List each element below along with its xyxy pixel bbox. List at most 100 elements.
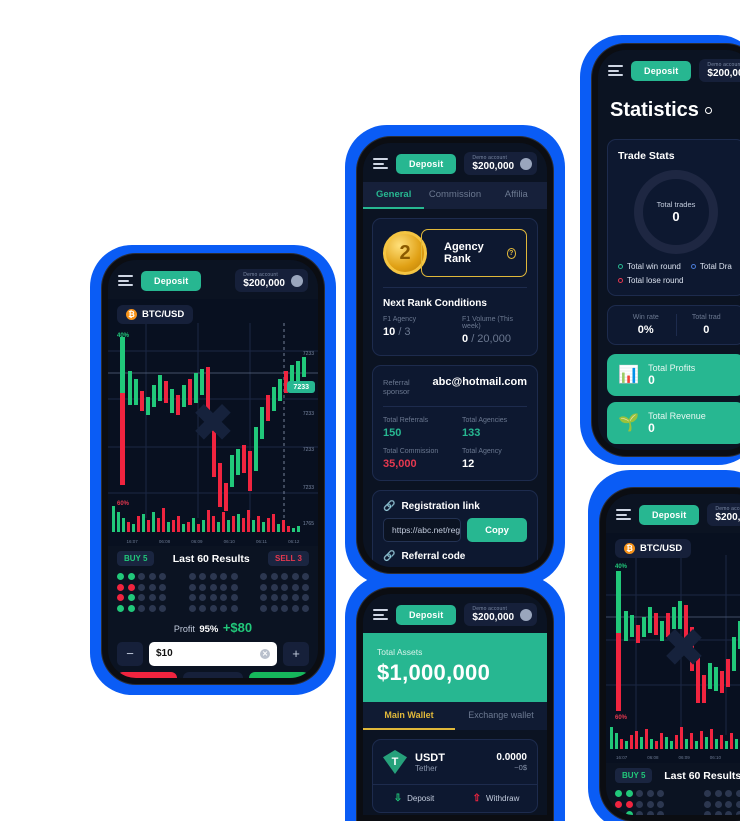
dot-row bbox=[188, 573, 238, 580]
account-selector[interactable]: Demo account $200,000 bbox=[235, 269, 308, 292]
circle-icon bbox=[704, 107, 712, 114]
user-avatar-icon[interactable] bbox=[520, 157, 533, 170]
x-tick: 16:07 bbox=[126, 539, 138, 544]
divider bbox=[383, 406, 527, 407]
results-title: Last 60 Results bbox=[172, 552, 250, 565]
dot-row bbox=[615, 790, 664, 797]
page-title: Statistics bbox=[598, 89, 740, 130]
donut-value: 0 bbox=[672, 209, 680, 224]
price-chart[interactable]: ₿ BTC/USD 40% 60% ✖ bbox=[108, 299, 318, 546]
amount-stepper-row: − $10 ✕ + bbox=[108, 641, 318, 672]
hamburger-menu-icon[interactable] bbox=[373, 609, 388, 620]
profit-row: Profit 95% +$80 bbox=[108, 616, 318, 642]
withdraw-arrow-icon: ⇧ bbox=[472, 793, 482, 804]
account-selector[interactable]: Demo account $200,000 bbox=[699, 59, 740, 82]
stats-legend: Total win round Total Dra Total lose rou… bbox=[618, 262, 734, 285]
coin-usd-value: ~0$ bbox=[514, 763, 527, 772]
chart-pct-top: 40% bbox=[615, 564, 628, 570]
hamburger-menu-icon[interactable] bbox=[118, 275, 133, 286]
dot-group bbox=[188, 573, 238, 612]
account-selector[interactable]: Demo account $200,000 bbox=[707, 503, 740, 526]
buy-button[interactable]: BUY ↗ bbox=[249, 671, 309, 678]
price-chart[interactable]: ₿ BTC/USD 40% 60% ✖ bbox=[606, 533, 740, 763]
registration-link-header: 🔗 Registration link bbox=[383, 501, 527, 512]
deposit-button[interactable]: Deposit bbox=[639, 504, 700, 525]
dot-row bbox=[704, 790, 740, 797]
tether-icon: T bbox=[383, 750, 407, 774]
tab-affiliate[interactable]: Affilia bbox=[486, 182, 547, 209]
tab-general[interactable]: General bbox=[363, 182, 425, 209]
pair-selector[interactable]: ₿ BTC/USD bbox=[615, 539, 692, 558]
deposit-button[interactable]: Deposit bbox=[141, 270, 202, 291]
account-selector[interactable]: Demo account $200,000 bbox=[464, 603, 538, 626]
dot-group bbox=[117, 573, 166, 612]
condition-label: F1 Agency bbox=[383, 316, 417, 323]
next-rank-conditions: F1 Agency 10 / 3 F1 Volume (This week) 0… bbox=[383, 316, 527, 345]
chart-pct-bottom: 60% bbox=[615, 715, 628, 721]
chart-x-axis: 16:07 06:08 06:09 06:10 06:11 06:12 bbox=[108, 539, 318, 544]
total-revenue-value: 0 bbox=[648, 421, 655, 435]
sell-count-badge: SELL 3 bbox=[268, 551, 309, 566]
sell-button[interactable]: SELL ↘ bbox=[117, 671, 177, 678]
question-mark-icon[interactable]: ? bbox=[506, 247, 516, 259]
agency-rank-label: Agency Rank bbox=[444, 241, 484, 265]
amount-increase-button[interactable]: + bbox=[283, 641, 309, 666]
chart-x-axis: 16:07 06:08 06:09 06:10 06:11 bbox=[606, 755, 740, 760]
legend-item: Total win round bbox=[618, 262, 681, 271]
results-header: BUY 5 Last 60 Results bbox=[606, 763, 740, 788]
hamburger-menu-icon[interactable] bbox=[608, 65, 623, 76]
app-header: Deposit Demo account $200,000 bbox=[363, 594, 547, 633]
link-icon: 🔗 bbox=[383, 501, 396, 512]
profit-amount: +$80 bbox=[222, 619, 253, 635]
deposit-button[interactable]: Deposit bbox=[396, 604, 457, 625]
total-assets-panel: Total Assets $1,000,000 bbox=[363, 633, 547, 702]
pair-selector[interactable]: ₿ BTC/USD bbox=[117, 305, 194, 324]
stat-value: 133 bbox=[462, 427, 481, 439]
brand-watermark: ✖ bbox=[192, 394, 234, 451]
user-avatar-icon[interactable] bbox=[520, 608, 533, 621]
brand-watermark: ✖ bbox=[663, 620, 705, 676]
deposit-button[interactable]: Deposit bbox=[631, 60, 692, 81]
account-selector[interactable]: Demo account $200,000 bbox=[464, 152, 538, 175]
x-tick: 06:09 bbox=[678, 755, 690, 760]
condition-value: 10 / 3 bbox=[383, 326, 411, 338]
amount-input[interactable]: $10 ✕ bbox=[149, 641, 277, 666]
withdraw-action[interactable]: ⇧ Withdraw bbox=[455, 785, 537, 812]
tab-commission[interactable]: Commission bbox=[424, 182, 485, 209]
referral-stats-row: Total Commission 35,000 Total Agency 12 bbox=[383, 448, 527, 470]
dot-row bbox=[188, 604, 238, 612]
deposit-action[interactable]: ⇩ Deposit bbox=[373, 785, 455, 812]
amount-decrease-button[interactable]: − bbox=[117, 641, 143, 666]
tab-exchange-wallet[interactable]: Exchange wallet bbox=[455, 702, 547, 730]
x-tick: 06:11 bbox=[256, 539, 267, 544]
chart-pct-bottom: 60% bbox=[117, 501, 130, 507]
bitcoin-icon: ₿ bbox=[624, 543, 635, 554]
account-value: $200,000 bbox=[243, 278, 285, 289]
trade-time-selector[interactable]: Trade time 15s bbox=[183, 671, 243, 679]
withdraw-action-label: Withdraw bbox=[486, 794, 520, 803]
affiliate-tabs: General Commission Affilia bbox=[363, 182, 547, 209]
user-avatar-icon[interactable] bbox=[291, 274, 303, 287]
dot-row bbox=[117, 594, 166, 601]
x-tick: 16:07 bbox=[616, 755, 628, 760]
registration-link-field[interactable]: https://abc.net/regis... bbox=[383, 518, 461, 542]
coin-amount: 0.0000 bbox=[496, 752, 527, 763]
tab-main-wallet[interactable]: Main Wallet bbox=[363, 702, 455, 730]
x-tick: 06:08 bbox=[647, 755, 659, 760]
referral-sponsor: Referral sponsor abc@hotmail.com bbox=[383, 376, 527, 396]
volume-series bbox=[610, 727, 738, 749]
agency-rank-pill[interactable]: Agency Rank ? bbox=[421, 229, 527, 277]
hamburger-menu-icon[interactable] bbox=[616, 509, 631, 520]
hamburger-menu-icon[interactable] bbox=[373, 158, 388, 169]
page-title-text: Statistics bbox=[610, 99, 699, 121]
stat-total-agency: Total Agency 12 bbox=[462, 448, 527, 470]
y-tick: 7233 bbox=[302, 411, 314, 417]
copy-registration-link-button[interactable]: Copy bbox=[467, 518, 527, 542]
dot-row bbox=[188, 594, 238, 601]
clear-icon[interactable]: ✕ bbox=[260, 648, 270, 659]
total-assets-value: $1,000,000 bbox=[377, 660, 491, 685]
trade-time-label: Trade time bbox=[195, 678, 231, 679]
stat-label: Total Referrals bbox=[383, 417, 429, 424]
referral-stats-card: Referral sponsor abc@hotmail.com Total R… bbox=[372, 365, 538, 481]
deposit-button[interactable]: Deposit bbox=[396, 153, 457, 174]
